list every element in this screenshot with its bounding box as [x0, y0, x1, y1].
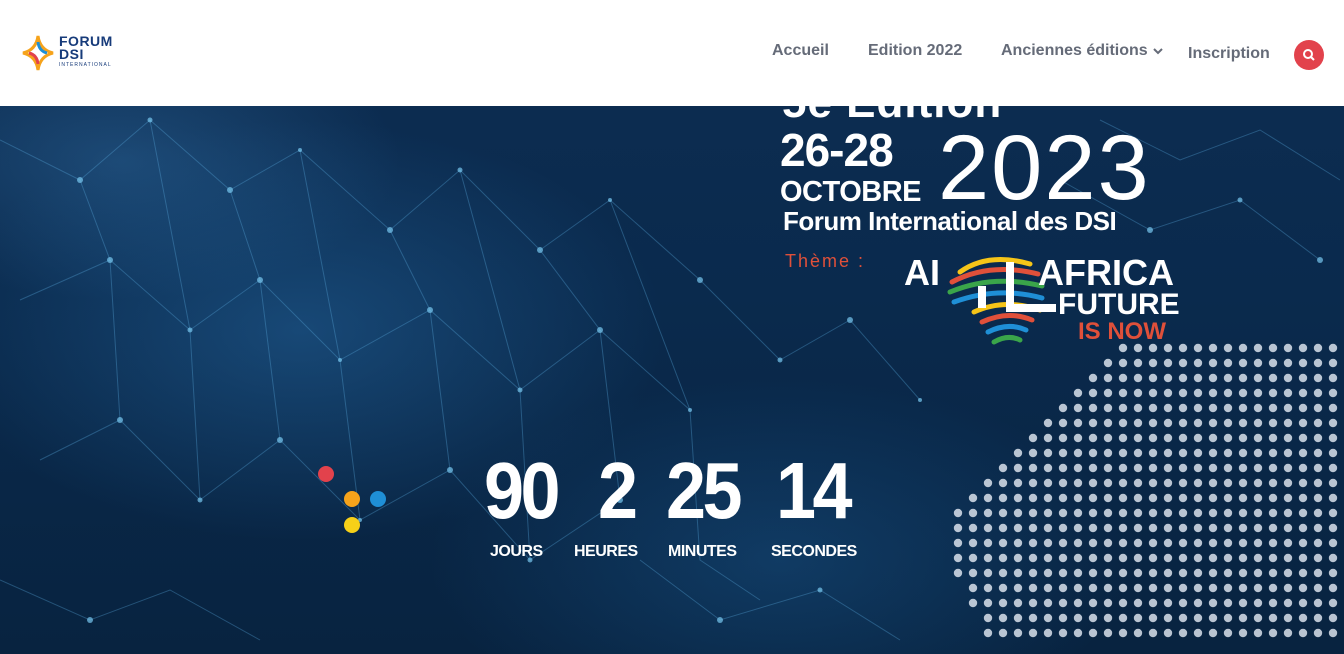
- forum-dsi-logo[interactable]: FORUM DSI INTERNATIONAL: [21, 34, 131, 74]
- event-year: 2023: [938, 117, 1151, 219]
- chevron-down-icon: [1152, 48, 1163, 55]
- theme-future-text: FUTURE: [1058, 288, 1180, 321]
- event-month: OCTOBRE: [780, 176, 921, 208]
- countdown-minutes-value: 25: [666, 446, 742, 535]
- countdown-minutes-label: MINUTES: [668, 543, 737, 560]
- countdown-seconds-label: SECONDES: [771, 543, 857, 560]
- nav-inscription[interactable]: Inscription: [1188, 45, 1270, 63]
- countdown-hours-label: HEURES: [574, 543, 638, 560]
- nav-anciennes-editions-label: Anciennes éditions: [1001, 42, 1148, 59]
- countdown-days-value: 90: [484, 446, 560, 535]
- logo-star-icon: [22, 35, 54, 71]
- decorative-dots-icon: [318, 466, 386, 533]
- nav-accueil[interactable]: Accueil: [772, 42, 829, 60]
- nav-anciennes-editions[interactable]: Anciennes éditions: [1001, 42, 1163, 60]
- dotted-map-graphic: [953, 343, 1338, 638]
- nav-edition-2022[interactable]: Edition 2022: [868, 42, 962, 60]
- countdown-days-label: JOURS: [490, 543, 543, 560]
- forum-name: Forum International des DSI: [783, 206, 1117, 236]
- site-header: FORUM DSI INTERNATIONAL Accueil Edition …: [0, 0, 1344, 106]
- countdown-seconds-value: 14: [776, 446, 852, 535]
- theme-label: Thème :: [785, 251, 866, 271]
- search-icon: [1303, 49, 1315, 61]
- search-button[interactable]: [1294, 40, 1324, 70]
- event-dates: 26-28: [780, 124, 894, 176]
- countdown-hours-value: 2: [598, 446, 638, 535]
- theme-ai-text: AI: [904, 252, 940, 293]
- logo-title2: DSI: [59, 46, 84, 62]
- logo-subtitle: INTERNATIONAL: [59, 62, 112, 68]
